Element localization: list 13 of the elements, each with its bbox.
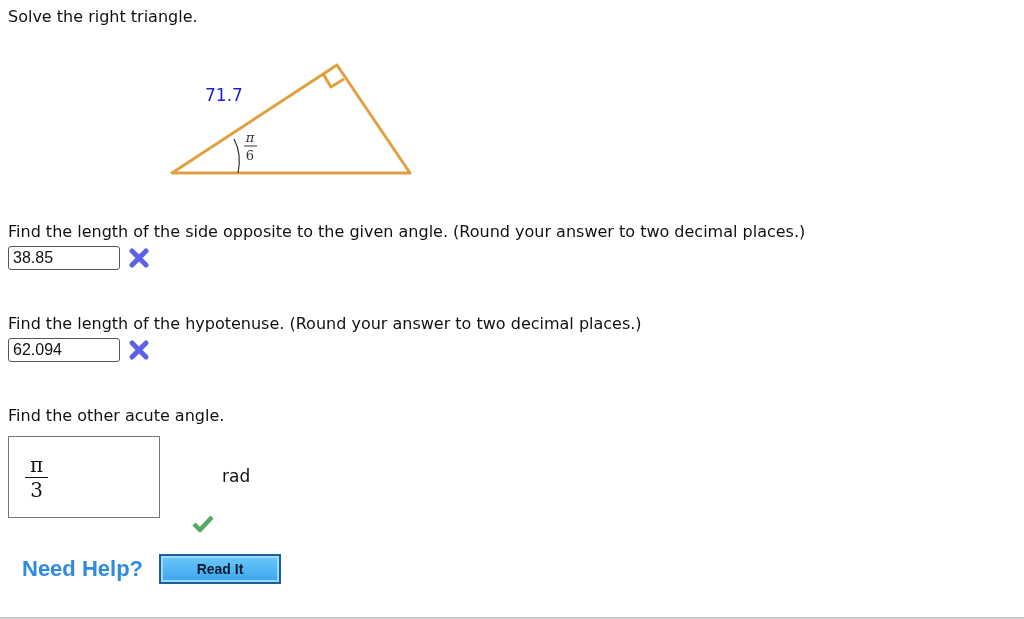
problem-prompt: Solve the right triangle. bbox=[8, 6, 199, 28]
angle-label: π 6 bbox=[243, 130, 258, 163]
question-text: Find the length of the side opposite to the given angle. (Round your answer to two decimal places.) bbox=[8, 222, 807, 242]
question-text: Find the length of the hypotenuse. (Round your answer to two decimal places.) bbox=[8, 314, 643, 334]
question-text: Find the other acute angle. bbox=[8, 406, 226, 426]
answer-box[interactable]: π 3 bbox=[8, 436, 160, 518]
answer-field[interactable]: 62.094 bbox=[8, 338, 120, 362]
read-it-button[interactable]: Read It bbox=[159, 554, 282, 584]
angle-arc bbox=[233, 138, 240, 174]
answer-field[interactable]: 38.85 bbox=[8, 246, 120, 270]
side-label: 71.7 bbox=[205, 85, 243, 105]
need-help-label: Need Help? bbox=[22, 556, 144, 582]
unit-label: rad bbox=[222, 466, 251, 486]
